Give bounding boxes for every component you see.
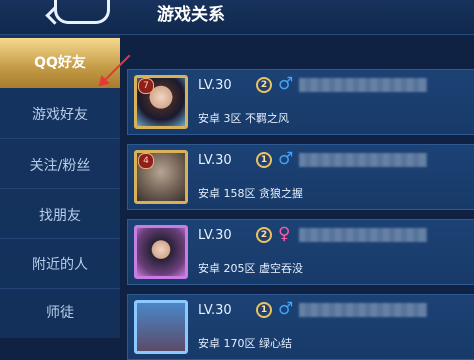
friend-card[interactable]: LV.30 1 ♂ 安卓 170区 绿心结 [127,294,474,360]
server-label: 安卓 3区 不羁之风 [198,112,289,125]
rank-badge: 4 [138,153,154,169]
avatar[interactable] [134,225,188,279]
level-label: LV.30 [198,153,232,168]
tier-icon: 2 [256,77,272,93]
friend-card[interactable]: LV.30 2 ♀ 安卓 205区 虚空吞没 [127,219,474,285]
female-icon: ♀ [278,224,291,244]
friend-card[interactable]: 7 LV.30 2 ♂ 安卓 3区 不羁之风 [127,69,474,135]
blurred-name [299,303,427,317]
server-label: 安卓 170区 绿心结 [198,337,292,350]
friend-card[interactable]: 4 LV.30 1 ♂ 安卓 158区 贪狼之握 [127,144,474,210]
sidebar-item-nearby[interactable]: 附近的人 [0,240,120,290]
server-label: 安卓 205区 虚空吞没 [198,262,303,275]
friend-list: 7 LV.30 2 ♂ 安卓 3区 不羁之风 4 LV.30 1 ♂ 安卓 15… [127,69,474,360]
sidebar-item-follow-fans[interactable]: 关注/粉丝 [0,141,120,191]
sidebar-item-mentor[interactable]: 师徒 [0,288,120,338]
level-label: LV.30 [198,78,232,93]
level-label: LV.30 [198,228,232,243]
avatar[interactable]: 7 [134,75,188,129]
male-icon: ♂ [278,299,294,319]
level-label: LV.30 [198,303,232,318]
back-icon[interactable] [54,0,110,24]
sidebar-item-game-friends[interactable]: 游戏好友 [0,90,120,140]
avatar[interactable]: 4 [134,150,188,204]
server-label: 安卓 158区 贪狼之握 [198,187,303,200]
tier-icon: 2 [256,227,272,243]
sidebar-item-find-friends[interactable]: 找朋友 [0,191,120,241]
blurred-name [299,153,427,167]
blurred-name [299,78,427,92]
tier-icon: 1 [256,302,272,318]
male-icon: ♂ [278,149,294,169]
rank-badge: 7 [138,78,154,94]
avatar[interactable] [134,300,188,354]
top-bar: 游戏关系 [0,0,474,35]
page-title: 游戏关系 [157,5,225,25]
tier-icon: 1 [256,152,272,168]
male-icon: ♂ [278,74,294,94]
blurred-name [299,228,427,242]
